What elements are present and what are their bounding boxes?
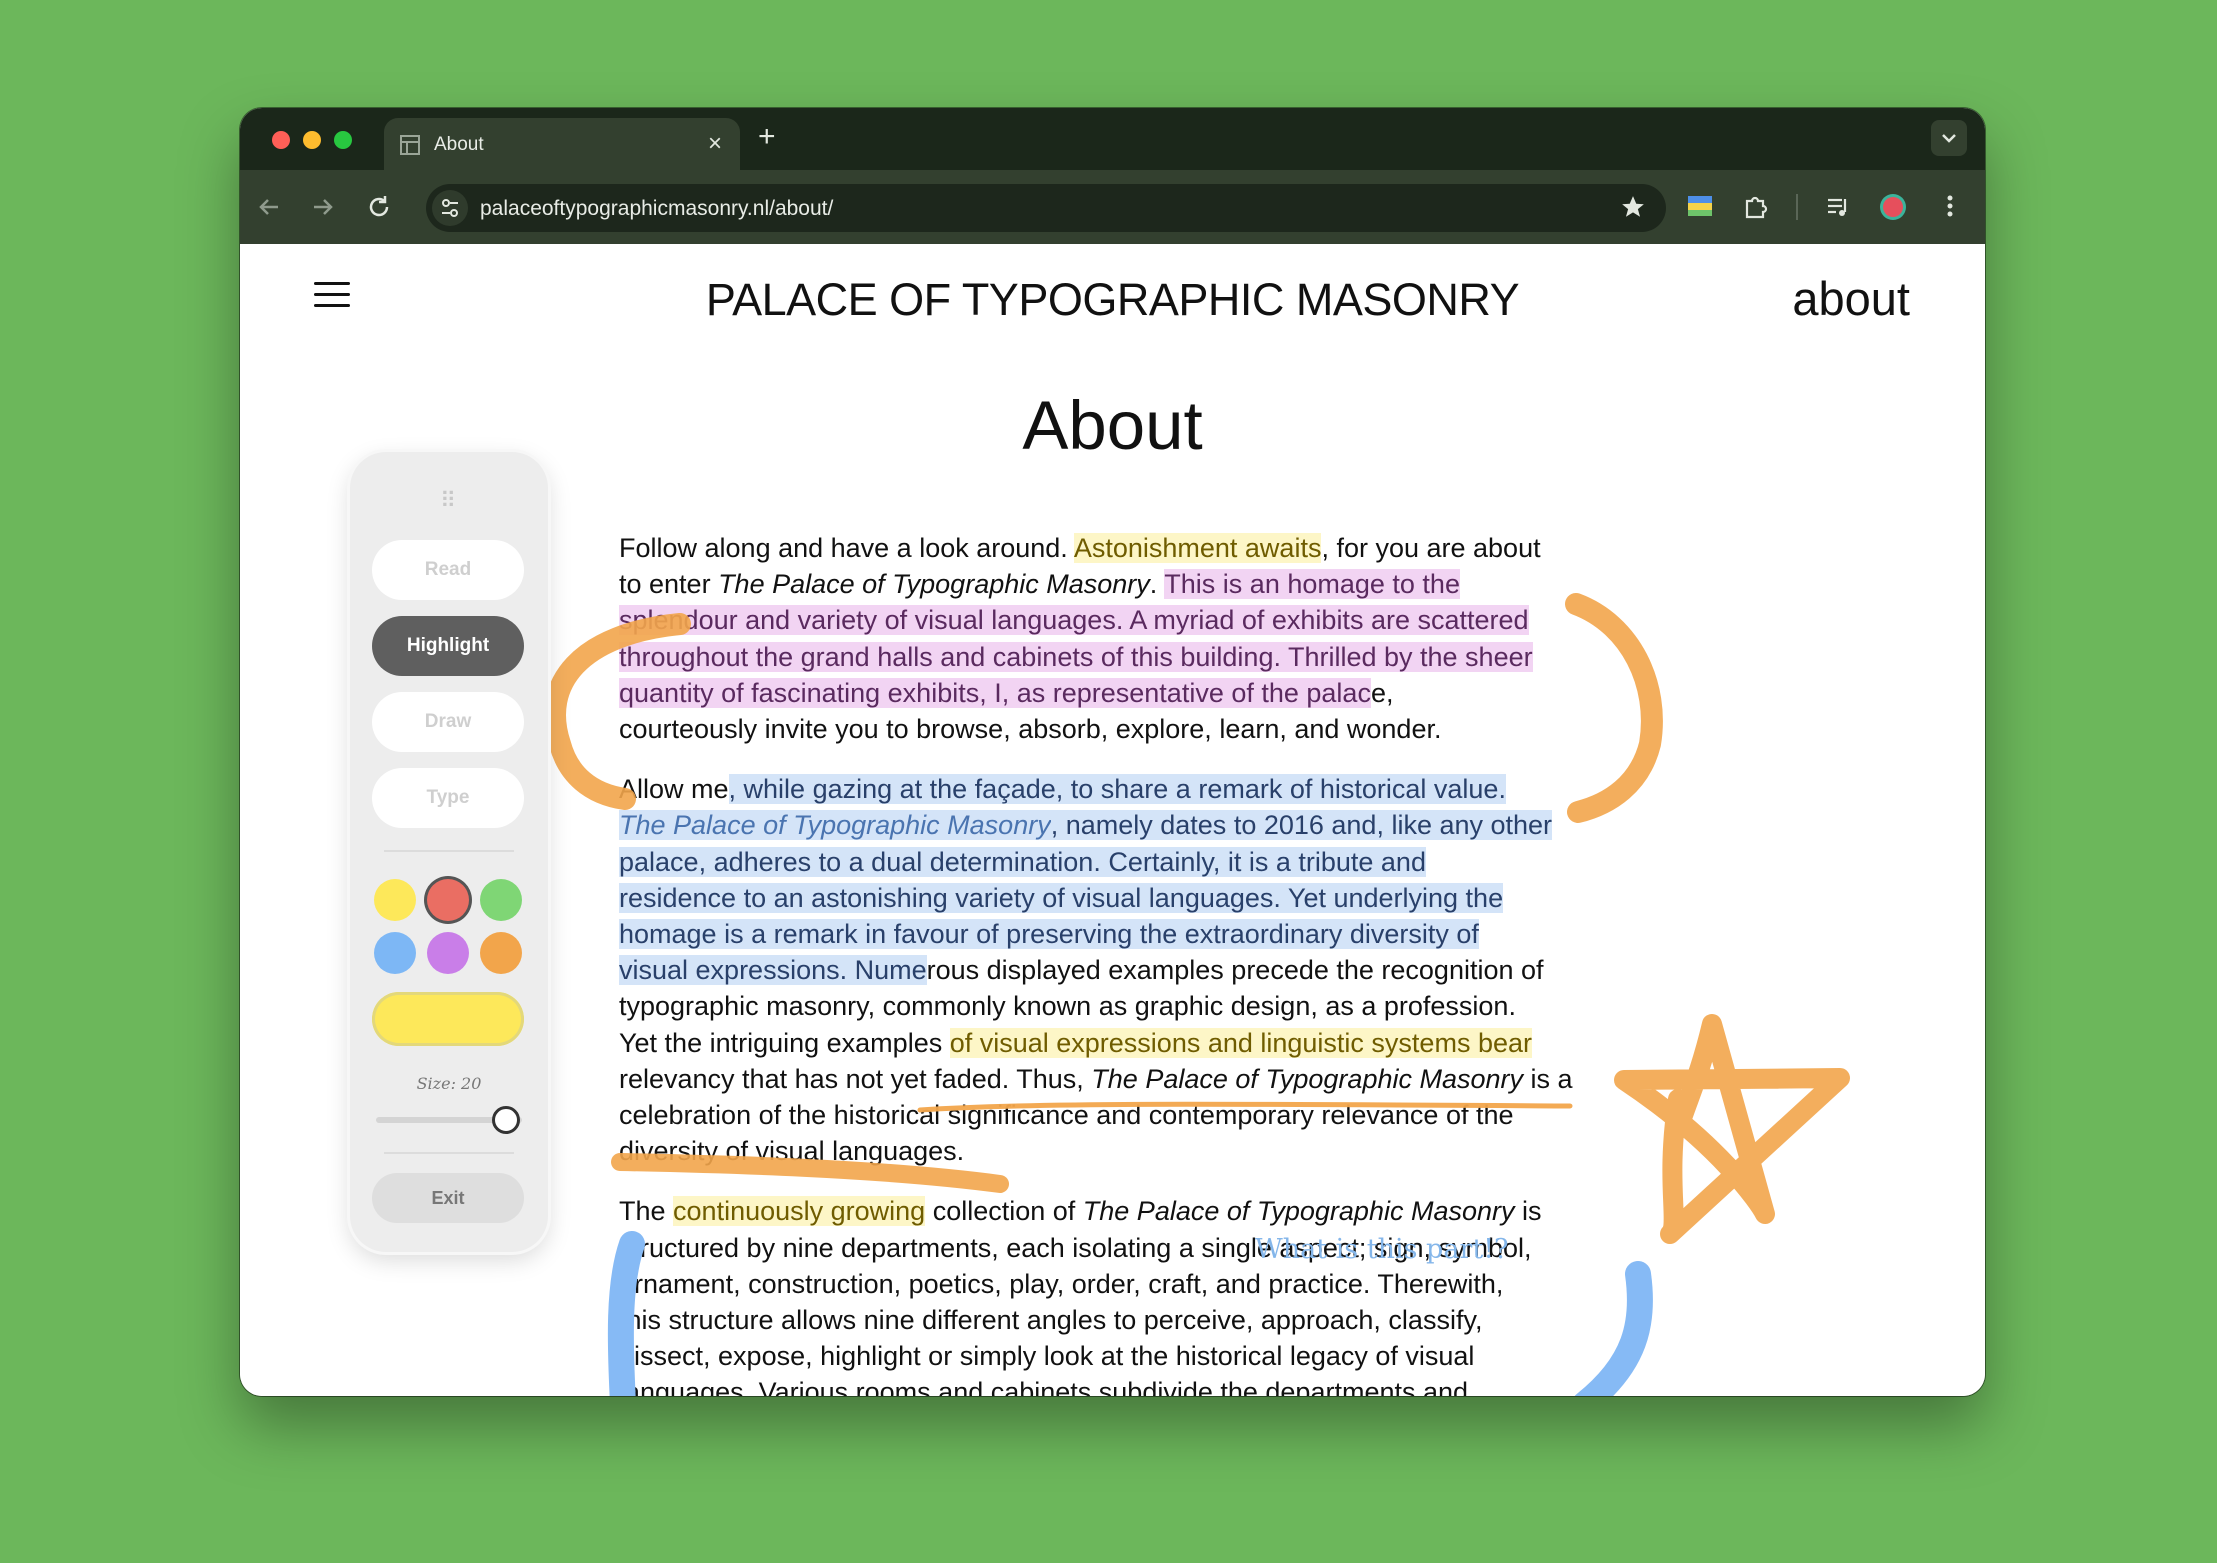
panel-divider <box>384 850 514 852</box>
color-swatch-yellow[interactable] <box>374 879 416 921</box>
color-swatch-purple[interactable] <box>427 932 469 974</box>
draw-button[interactable]: Draw <box>372 692 524 752</box>
media-icon[interactable] <box>1824 192 1852 220</box>
forward-icon[interactable] <box>308 192 338 222</box>
tab-bar: About × + <box>240 108 1985 170</box>
bookmark-star-icon[interactable] <box>1620 194 1646 220</box>
color-swatch-green[interactable] <box>480 879 522 921</box>
color-preview <box>372 992 524 1046</box>
highlight-button[interactable]: Highlight <box>372 616 524 676</box>
tab-title: About <box>434 134 484 155</box>
typed-annotation[interactable]: What is this part!? <box>1255 1234 1509 1265</box>
size-slider-thumb[interactable] <box>492 1106 520 1134</box>
browser-window: About × + palaceoftypographicmasonry.nl/… <box>240 108 1985 1396</box>
puzzle-icon[interactable] <box>1742 192 1770 220</box>
color-swatch-orange[interactable] <box>480 932 522 974</box>
size-label: Size: 20 <box>416 1074 482 1093</box>
close-window-button[interactable] <box>272 131 290 149</box>
new-tab-button[interactable]: + <box>758 120 776 154</box>
reload-icon[interactable] <box>364 192 394 222</box>
site-settings-icon[interactable] <box>432 190 468 226</box>
site-title[interactable]: PALACE OF TYPOGRAPHIC MASONRY <box>240 274 1985 326</box>
url-text: palaceoftypographicmasonry.nl/about/ <box>480 197 834 220</box>
address-bar[interactable]: palaceoftypographicmasonry.nl/about/ <box>426 184 1666 232</box>
read-button[interactable]: Read <box>372 540 524 600</box>
back-icon[interactable] <box>254 192 284 222</box>
browser-toolbar: palaceoftypographicmasonry.nl/about/ <box>240 170 1985 244</box>
highlight-yellow[interactable]: of visual expressions and linguistic sys… <box>949 1027 1532 1058</box>
highlight-blue[interactable]: , while gazing at the façade, to share a… <box>728 774 1506 805</box>
site-favicon-icon <box>400 135 420 155</box>
chevron-down-icon <box>1942 134 1956 143</box>
highlight-yellow[interactable]: continuously growing <box>673 1196 926 1227</box>
extension-icon[interactable] <box>1686 192 1714 220</box>
toolbar-divider <box>1796 194 1798 220</box>
type-button[interactable]: Type <box>372 768 524 828</box>
exit-button[interactable]: Exit <box>372 1173 524 1223</box>
menu-dots-icon[interactable] <box>1940 192 1960 220</box>
maximize-window-button[interactable] <box>334 131 352 149</box>
minimize-window-button[interactable] <box>303 131 321 149</box>
annotation-tool-panel[interactable]: ⠿ Read Highlight Draw Type Size: 20 Exit <box>350 452 548 1252</box>
nav-about-link[interactable]: about <box>1792 271 1910 326</box>
highlight-blue-italic[interactable]: The Palace of Typographic Masonry <box>619 810 1051 841</box>
profile-icon[interactable] <box>1878 192 1908 222</box>
tab-search-button[interactable] <box>1931 120 1967 156</box>
panel-divider <box>384 1152 514 1154</box>
tab-close-button[interactable]: × <box>708 130 722 158</box>
highlight-yellow[interactable]: Astonishment awaits <box>1073 533 1322 563</box>
color-swatch-blue[interactable] <box>374 932 416 974</box>
paragraph-3: The continuously growing collection of T… <box>619 1196 1542 1396</box>
paragraph-1: Follow along and have a look around. Ast… <box>619 533 1541 745</box>
drag-handle-icon[interactable]: ⠿ <box>440 488 457 514</box>
article-body: Follow along and have a look around. Ast… <box>619 530 1659 1396</box>
paragraph-2: Allow me, while gazing at the façade, to… <box>619 774 1573 1167</box>
color-swatch-red[interactable] <box>427 879 469 921</box>
tab-about[interactable]: About × <box>384 118 740 170</box>
page-content: PALACE OF TYPOGRAPHIC MASONRY about Abou… <box>240 244 1985 1396</box>
